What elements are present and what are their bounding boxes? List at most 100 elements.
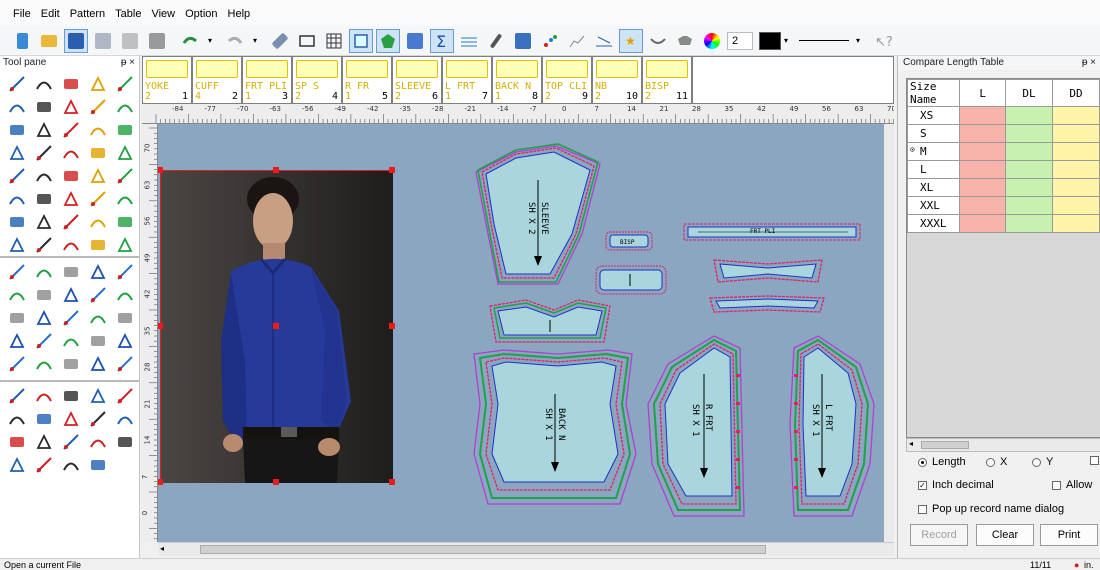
paint-button[interactable] — [403, 29, 427, 53]
table-row[interactable]: ⊙ M — [907, 142, 1100, 161]
piece-view-button[interactable] — [349, 28, 373, 53]
piece-tool-12[interactable] — [30, 306, 57, 329]
draw-tool-40[interactable] — [111, 233, 138, 256]
piece-tool-19[interactable] — [84, 329, 111, 352]
top-collar-piece[interactable] — [713, 259, 823, 283]
menu-help[interactable]: Help — [223, 0, 256, 26]
x-radio[interactable] — [986, 457, 995, 467]
piece-tool-8[interactable] — [57, 283, 84, 306]
piece-tool-22[interactable] — [30, 352, 57, 375]
piece-tile[interactable]: SLEEVE 2 6 — [392, 56, 442, 104]
draw-tool-31[interactable] — [3, 210, 30, 233]
piece-tile[interactable]: L FRT 1 7 — [442, 56, 492, 104]
menu-file[interactable]: File — [8, 0, 36, 26]
table-row[interactable]: S — [907, 124, 1100, 143]
curve-chart-button[interactable] — [565, 29, 589, 53]
organize-button[interactable] — [511, 29, 535, 53]
piece-tool-24[interactable] — [84, 352, 111, 375]
seam-tool-11[interactable] — [3, 430, 30, 453]
popup-record-checkbox[interactable] — [918, 504, 927, 514]
compare-length-pin-close[interactable]: ᵽ × — [1082, 56, 1096, 70]
seam-tool-7[interactable] — [30, 407, 57, 430]
canvas-scroll-thumb[interactable] — [200, 545, 766, 554]
bisp-piece[interactable]: BISP — [605, 231, 653, 251]
seam-tool-17[interactable] — [30, 453, 57, 476]
extra-checkbox[interactable] — [1090, 456, 1099, 465]
seam-tool-9[interactable] — [84, 407, 111, 430]
piece-tool-11[interactable] — [3, 306, 30, 329]
table-scroll-left-arrow[interactable]: ◂ — [909, 439, 913, 448]
draw-tool-25[interactable] — [111, 164, 138, 187]
front-placket-piece[interactable]: FRT PLI — [683, 223, 861, 241]
l-value-cell[interactable] — [959, 178, 1006, 197]
piece-tool-16[interactable] — [3, 329, 30, 352]
draw-tool-17[interactable] — [30, 141, 57, 164]
dl-value-cell[interactable] — [1005, 142, 1053, 161]
seam-tool-16[interactable] — [3, 453, 30, 476]
undo-dropdown-icon[interactable]: ▾ — [205, 36, 215, 45]
seam-tool-13[interactable] — [57, 430, 84, 453]
draw-tool-37[interactable] — [30, 233, 57, 256]
dd-value-cell[interactable] — [1051, 160, 1100, 179]
piece-tool-10[interactable] — [111, 283, 138, 306]
menu-table[interactable]: Table — [110, 0, 146, 26]
draw-tool-32[interactable] — [30, 210, 57, 233]
draw-tool-28[interactable] — [57, 187, 84, 210]
save-button[interactable] — [64, 28, 88, 53]
canvas-vertical-scrollbar[interactable] — [884, 124, 894, 542]
line-color-dropdown-icon[interactable]: ▾ — [781, 36, 791, 45]
canvas-scroll-left-arrow[interactable]: ◂ — [160, 544, 164, 553]
draw-tool-36[interactable] — [3, 233, 30, 256]
redo-button[interactable] — [223, 29, 247, 53]
draw-tool-4[interactable] — [84, 72, 111, 95]
seam-tool-12[interactable] — [30, 430, 57, 453]
dd-header[interactable]: DD — [1051, 79, 1100, 107]
dl-value-cell[interactable] — [1005, 160, 1053, 179]
l-value-cell[interactable] — [959, 196, 1006, 215]
seam-tool-3[interactable] — [57, 384, 84, 407]
dd-value-cell[interactable] — [1051, 106, 1100, 125]
dd-value-cell[interactable] — [1051, 124, 1100, 143]
draw-tool-7[interactable] — [30, 95, 57, 118]
seam-tool-4[interactable] — [84, 384, 111, 407]
record-button[interactable]: Record — [910, 524, 968, 546]
extra-checkbox-option[interactable] — [1090, 456, 1099, 465]
dl-header[interactable]: DL — [1005, 79, 1053, 107]
piece-tool-5[interactable] — [111, 260, 138, 283]
menu-option[interactable]: Option — [180, 0, 222, 26]
right-front-piece[interactable]: R FRT SH X 1 — [647, 335, 745, 517]
seam-tool-1[interactable] — [3, 384, 30, 407]
draw-tool-23[interactable] — [57, 164, 84, 187]
draw-tool-9[interactable] — [84, 95, 111, 118]
canvas-horizontal-scrollbar[interactable]: ◂ — [158, 542, 894, 556]
line-color-swatch[interactable] — [759, 31, 781, 50]
color-wheel-button[interactable] — [700, 29, 724, 53]
dl-value-cell[interactable] — [1005, 124, 1053, 143]
new-file-button[interactable] — [10, 29, 34, 53]
piece-tool-2[interactable] — [30, 260, 57, 283]
left-front-piece[interactable]: L FRT SH X 1 — [789, 335, 875, 517]
sum-button[interactable]: Σ — [430, 28, 454, 53]
piece-tool-17[interactable] — [30, 329, 57, 352]
draw-tool-20[interactable] — [111, 141, 138, 164]
draw-tool-24[interactable] — [84, 164, 111, 187]
draw-tool-10[interactable] — [111, 95, 138, 118]
inch-decimal-option[interactable]: ✓ Inch decimal — [918, 479, 994, 491]
seam-tool-2[interactable] — [30, 384, 57, 407]
seam-tool-8[interactable] — [57, 407, 84, 430]
grid-button[interactable] — [322, 29, 346, 53]
draw-tool-1[interactable] — [3, 72, 30, 95]
table-horizontal-scrollbar[interactable]: ◂ — [906, 438, 1100, 452]
draw-tool-2[interactable] — [30, 72, 57, 95]
table-row[interactable]: XXL — [907, 196, 1100, 215]
draw-tool-13[interactable] — [57, 118, 84, 141]
draw-tool-30[interactable] — [111, 187, 138, 210]
l-value-cell[interactable] — [959, 124, 1006, 143]
piece-tool-23[interactable] — [57, 352, 84, 375]
dd-value-cell[interactable] — [1051, 178, 1100, 197]
piece-tool-6[interactable] — [3, 283, 30, 306]
length-radio-option[interactable]: Length — [918, 456, 966, 468]
seam-tool-6[interactable] — [3, 407, 30, 430]
help-pointer-button[interactable]: ↖? — [871, 29, 895, 53]
piece-tile[interactable]: FRT PLI 1 3 — [242, 56, 292, 104]
